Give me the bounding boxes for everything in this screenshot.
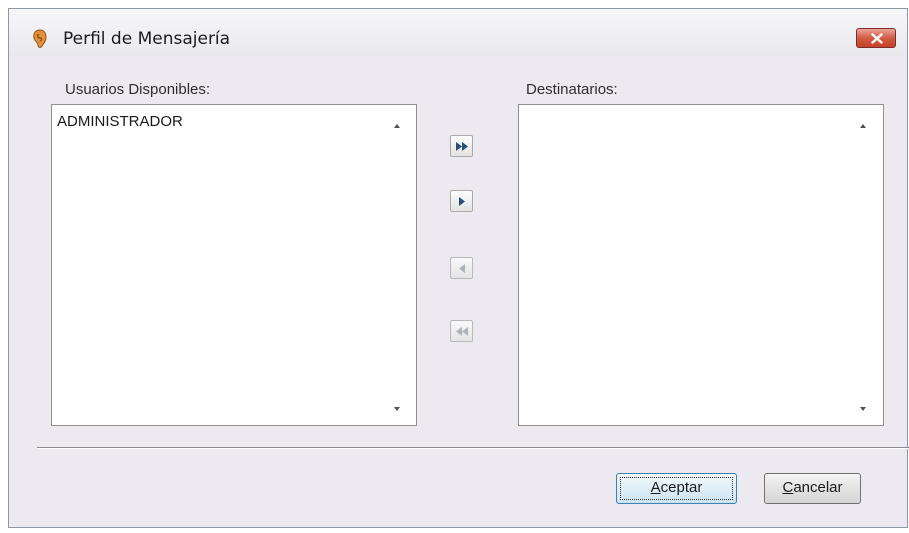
- remove-all-button[interactable]: [450, 320, 473, 342]
- recipients-label: Destinatarios:: [526, 81, 618, 98]
- close-icon: [871, 33, 883, 44]
- double-right-arrow-icon: [456, 142, 468, 151]
- add-one-button[interactable]: [450, 190, 473, 212]
- separator-highlight: [37, 448, 909, 449]
- remove-one-button[interactable]: [450, 257, 473, 279]
- right-arrow-icon: [459, 197, 465, 206]
- ear-icon: [33, 29, 47, 48]
- close-button[interactable]: [856, 28, 896, 48]
- window-title: Perfil de Mensajería: [63, 29, 231, 49]
- cancel-label: ancelar: [793, 479, 843, 496]
- scroll-down-icon[interactable]: [860, 407, 866, 411]
- title-bar[interactable]: Perfil de Mensajería: [9, 9, 907, 57]
- cancel-mnemonic: C: [782, 479, 794, 496]
- dialog-window: Perfil de Mensajería Usuarios Disponible…: [8, 8, 909, 528]
- scroll-up-icon[interactable]: [860, 124, 866, 128]
- available-users-list[interactable]: ADMINISTRADOR: [51, 104, 417, 426]
- available-users-label: Usuarios Disponibles:: [65, 81, 211, 98]
- list-item[interactable]: ADMINISTRADOR: [57, 113, 183, 130]
- cancel-button[interactable]: Cancelar: [764, 473, 861, 504]
- recipients-list[interactable]: [518, 104, 884, 426]
- scroll-down-icon[interactable]: [394, 407, 400, 411]
- add-all-button[interactable]: [450, 135, 473, 157]
- focus-ring: [620, 477, 733, 500]
- left-arrow-icon: [459, 264, 465, 273]
- scroll-up-icon[interactable]: [394, 124, 400, 128]
- accept-button[interactable]: Aceptar: [616, 473, 737, 504]
- double-left-arrow-icon: [456, 327, 468, 336]
